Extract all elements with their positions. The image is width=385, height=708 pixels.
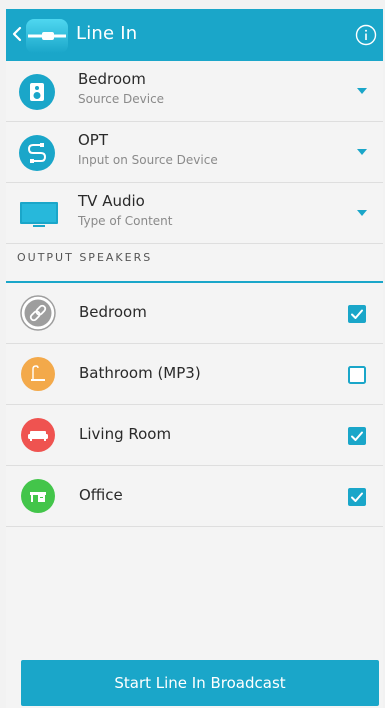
checkbox-checked[interactable] [348, 488, 366, 506]
source-device-name: Bedroom [78, 70, 146, 88]
source-device-label: Source Device [78, 92, 165, 106]
line-in-cable-icon [26, 19, 68, 53]
section-heading: OUTPUT SPEAKERS [17, 251, 153, 264]
content-type-label: Type of Content [78, 214, 173, 228]
checkbox-unchecked[interactable] [348, 366, 366, 384]
content-type-row[interactable]: TV Audio Type of Content [6, 183, 383, 244]
caret-down-icon[interactable] [357, 88, 367, 95]
start-broadcast-button[interactable]: Start Line In Broadcast [21, 660, 379, 706]
desk-icon [21, 479, 55, 513]
source-input-label: Input on Source Device [78, 153, 218, 167]
speaker-name: Bedroom [79, 303, 147, 321]
source-device-row[interactable]: Bedroom Source Device [6, 61, 383, 122]
link-icon [20, 295, 56, 331]
cable-icon [19, 135, 55, 171]
caret-down-icon[interactable] [357, 149, 367, 156]
speaker-name: Living Room [79, 425, 172, 443]
info-icon[interactable] [355, 24, 377, 46]
speaker-row-bathroom[interactable]: Bathroom (MP3) [6, 344, 383, 405]
speaker-row-office[interactable]: Office [6, 466, 383, 527]
page-title: Line In [76, 23, 138, 44]
tv-icon [20, 202, 58, 227]
source-input-name: OPT [78, 131, 109, 149]
checkbox-checked[interactable] [348, 427, 366, 445]
checkbox-checked[interactable] [348, 305, 366, 323]
header-bar: Line In [6, 9, 383, 61]
chevron-left-icon[interactable] [10, 22, 24, 46]
speaker-name: Bathroom (MP3) [79, 364, 201, 382]
app-frame: Line In Bedroom Source Device OPT Input … [6, 9, 383, 708]
content-type-name: TV Audio [78, 192, 145, 210]
speaker-name: Office [79, 486, 123, 504]
speaker-row-living-room[interactable]: Living Room [6, 405, 383, 466]
bathroom-icon [21, 357, 55, 391]
caret-down-icon[interactable] [357, 210, 367, 217]
speaker-row-bedroom[interactable]: Bedroom [6, 283, 383, 344]
source-input-row[interactable]: OPT Input on Source Device [6, 122, 383, 183]
sofa-icon [21, 418, 55, 452]
speaker-icon [19, 74, 55, 110]
